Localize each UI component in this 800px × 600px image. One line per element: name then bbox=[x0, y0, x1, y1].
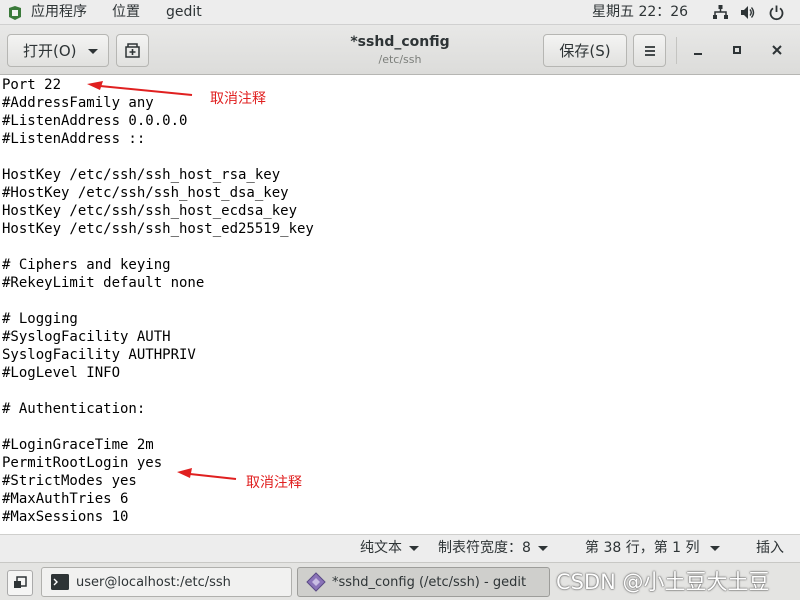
code-line[interactable]: Port 22 bbox=[2, 76, 61, 94]
cursor-position-selector[interactable]: 第 38 行，第 1 列 bbox=[585, 535, 720, 562]
title-area: *sshd_config /etc/ssh bbox=[250, 25, 550, 66]
cursor-position-label: 第 38 行，第 1 列 bbox=[585, 540, 700, 556]
watermark: CSDN @小土豆大土豆 bbox=[556, 570, 770, 594]
code-line[interactable]: #ListenAddress :: bbox=[2, 130, 145, 148]
save-button-label: 保存(S) bbox=[559, 42, 611, 60]
code-line[interactable]: PermitRootLogin yes bbox=[2, 454, 162, 472]
gedit-icon bbox=[306, 572, 326, 592]
arrow-port bbox=[87, 81, 193, 96]
terminal-icon bbox=[51, 574, 69, 590]
active-app-menu[interactable]: gedit bbox=[166, 0, 202, 25]
hamburger-menu-icon bbox=[644, 45, 655, 56]
code-line[interactable]: #LoginGraceTime 2m bbox=[2, 436, 154, 454]
places-menu[interactable]: 位置 bbox=[112, 0, 140, 25]
code-line[interactable]: #StrictModes yes bbox=[2, 472, 137, 490]
code-line[interactable]: #ListenAddress 0.0.0.0 bbox=[2, 112, 187, 130]
code-line[interactable]: # Authentication: bbox=[2, 400, 145, 418]
power-icon[interactable] bbox=[768, 4, 785, 21]
headerbar-separator bbox=[676, 37, 677, 64]
code-line[interactable]: #MaxAuthTries 6 bbox=[2, 490, 128, 508]
code-line[interactable]: # Logging bbox=[2, 310, 78, 328]
taskbar-item-label: user@localhost:/etc/ssh bbox=[76, 574, 231, 590]
text-editor[interactable]: Port 22 #AddressFamily any #ListenAddress … bbox=[0, 76, 800, 534]
chevron-down-icon bbox=[709, 545, 720, 551]
close-icon[interactable] bbox=[766, 39, 788, 61]
code-line[interactable]: #AddressFamily any bbox=[2, 94, 154, 112]
tab-width-label: 制表符宽度：8 bbox=[438, 540, 531, 556]
applications-menu[interactable]: 应用程序 bbox=[31, 0, 87, 25]
code-line[interactable]: #SyslogFacility AUTH bbox=[2, 328, 171, 346]
code-line[interactable]: #LogLevel INFO bbox=[2, 364, 120, 382]
code-line[interactable]: HostKey /etc/ssh/ssh_host_ecdsa_key bbox=[2, 202, 297, 220]
taskbar-item-terminal[interactable]: user@localhost:/etc/ssh bbox=[41, 567, 292, 597]
code-line[interactable]: SyslogFacility AUTHPRIV bbox=[2, 346, 196, 364]
language-selector[interactable]: 纯文本 bbox=[360, 535, 419, 562]
volume-icon[interactable] bbox=[739, 4, 756, 21]
show-desktop-button[interactable] bbox=[7, 570, 33, 596]
status-bar: 纯文本 制表符宽度：8 第 38 行，第 1 列 插入 bbox=[0, 534, 800, 562]
document-path: /etc/ssh bbox=[378, 53, 422, 66]
document-title: *sshd_config bbox=[350, 34, 450, 50]
network-icon[interactable] bbox=[712, 4, 729, 21]
arrow-permitrootlogin bbox=[177, 468, 237, 480]
chevron-down-icon bbox=[537, 545, 548, 551]
save-button[interactable]: 保存(S) bbox=[543, 34, 627, 67]
code-line[interactable]: #RekeyLimit default none bbox=[2, 274, 204, 292]
insert-mode-indicator: 插入 bbox=[756, 540, 784, 556]
menu-button[interactable] bbox=[633, 34, 666, 67]
code-line[interactable]: HostKey /etc/ssh/ssh_host_rsa_key bbox=[2, 166, 280, 184]
new-document-button[interactable] bbox=[116, 34, 149, 67]
annotation-uncomment-root: 取消注释 bbox=[246, 475, 302, 491]
show-desktop-icon bbox=[14, 576, 27, 588]
annotation-uncomment-port: 取消注释 bbox=[210, 91, 266, 107]
chevron-down-icon bbox=[88, 49, 98, 54]
clock[interactable]: 星期五 22：26 bbox=[592, 0, 688, 25]
minimize-icon[interactable] bbox=[687, 39, 709, 61]
chevron-down-icon bbox=[409, 545, 419, 551]
new-tab-icon bbox=[125, 43, 140, 58]
language-label: 纯文本 bbox=[360, 540, 402, 556]
code-line[interactable]: #MaxSessions 10 bbox=[2, 508, 128, 526]
taskbar-item-gedit[interactable]: *sshd_config (/etc/ssh) - gedit bbox=[297, 567, 550, 597]
top-panel: 应用程序 位置 gedit 星期五 22：26 bbox=[0, 0, 800, 25]
taskbar-item-label: *sshd_config (/etc/ssh) - gedit bbox=[332, 574, 527, 590]
applications-menu-label: 应用程序 bbox=[31, 4, 87, 20]
tab-width-selector[interactable]: 制表符宽度：8 bbox=[438, 535, 548, 562]
code-line[interactable]: HostKey /etc/ssh/ssh_host_ed25519_key bbox=[2, 220, 314, 238]
applications-icon[interactable] bbox=[7, 5, 23, 21]
open-button[interactable]: 打开(O) bbox=[7, 34, 109, 67]
code-line[interactable]: #HostKey /etc/ssh/ssh_host_dsa_key bbox=[2, 184, 289, 202]
open-button-label: 打开(O) bbox=[23, 42, 77, 60]
code-line[interactable]: # Ciphers and keying bbox=[2, 256, 171, 274]
gedit-headerbar: 打开(O) *sshd_config /etc/ssh 保存(S) bbox=[0, 25, 800, 75]
maximize-icon[interactable] bbox=[726, 39, 748, 61]
